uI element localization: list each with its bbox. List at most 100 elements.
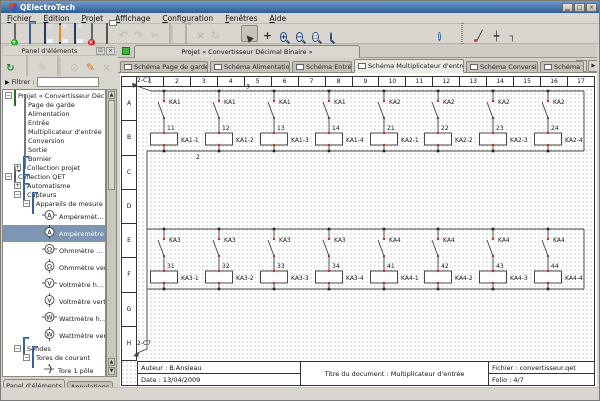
scroll-down-icon[interactable]: ▼ xyxy=(108,367,115,375)
minimize-button[interactable]: ▁ xyxy=(562,3,573,12)
tree-item-label: Voltmètre h… xyxy=(59,281,103,289)
select-pointer-button[interactable]: ▶ xyxy=(241,25,258,42)
tree-item-tore-1-p-le[interactable]: Tore 1 pôle xyxy=(3,362,106,377)
scroll-up-icon[interactable]: ▲ xyxy=(108,91,115,99)
terminal-tool-button[interactable]: ╱ xyxy=(471,25,488,42)
collapse-icon[interactable]: − xyxy=(23,200,30,207)
menu-dition[interactable]: Édition xyxy=(38,14,76,23)
wire-label: 21 xyxy=(387,125,395,132)
tree-item-wattm-tre-ver[interactable]: WWattmètre ver… xyxy=(3,327,106,344)
maximize-button[interactable]: □ xyxy=(574,3,585,12)
wire-label: KA1-1 xyxy=(181,137,199,144)
schema-tab-4[interactable]: Schéma Multiplicateur d'entrée xyxy=(354,59,464,73)
panel-new-element-button[interactable] xyxy=(51,58,66,73)
panel-header[interactable]: Panel d'éléments ⊡ × xyxy=(2,45,117,56)
tree-item-label: Ampèremètre v… xyxy=(59,230,106,238)
panel-edit-element-button[interactable]: ✎ xyxy=(83,58,98,73)
project-tab[interactable]: Projet « Convertisseur Décimal Binaire » xyxy=(134,45,360,58)
main-toolbar: +×↶↷✂×↻▶++−▫i╱┿┐ xyxy=(1,24,599,44)
tree-item-sortie[interactable]: Sortie xyxy=(3,145,106,154)
tree-item-entr-e[interactable]: Entrée xyxy=(3,118,106,127)
paste-icon xyxy=(185,24,187,43)
conductor-tool-button[interactable]: ┿ xyxy=(488,25,505,42)
corner-tool-button[interactable]: ┐ xyxy=(504,25,521,42)
svg-text:A: A xyxy=(47,228,52,236)
tree-item-label: Projet « Convertisseur Déci… xyxy=(18,92,106,100)
tree-item-projet-convertisseur-d-ci[interactable]: −Projet « Convertisseur Déci… xyxy=(3,91,106,100)
schema-tab-label: Schéma Page de garde xyxy=(134,63,208,71)
tree-item-page-de-garde[interactable]: Page de garde xyxy=(3,100,106,109)
print-button[interactable] xyxy=(98,25,115,42)
schema-page-icon xyxy=(296,64,304,70)
wire-label: KA2-1 xyxy=(401,137,419,144)
torus-icon xyxy=(42,361,56,377)
menu-projet[interactable]: Projet xyxy=(76,14,110,23)
tree-item-alimentation[interactable]: Alimentation xyxy=(3,109,106,118)
tree-item-voltm-tre-vertical[interactable]: VVoltmètre vertical xyxy=(3,293,106,310)
panel-new-category-button[interactable] xyxy=(19,58,34,73)
tree-item-voltm-tre-h[interactable]: VVoltmètre h… xyxy=(3,276,106,293)
diagram-view[interactable]: 1234567891011121314151617 ABCDEFGH KA111… xyxy=(120,73,597,387)
schema-tab-1[interactable]: Schéma Page de garde xyxy=(120,61,208,73)
collapse-icon[interactable]: − xyxy=(5,173,12,180)
tree-item-label: Ampèremèt… xyxy=(59,213,104,221)
schema-tab-5[interactable]: Schéma Conversion xyxy=(466,61,538,73)
cut-icon: ✂ xyxy=(151,24,160,43)
pan-icon: + xyxy=(263,24,272,43)
wire-label: 13 xyxy=(277,125,285,132)
collapse-icon[interactable]: − xyxy=(23,354,30,361)
tree-item-ohmm-tre-vert[interactable]: ΩOhmmètre vert… xyxy=(3,259,106,276)
tree-item-bornier[interactable]: Bornier xyxy=(3,154,106,163)
tree-item-capteurs[interactable]: −Capteurs xyxy=(3,190,106,199)
tree-item-ohmm-tre[interactable]: ΩOhmmètre … xyxy=(3,242,106,259)
filter-input[interactable] xyxy=(37,77,99,87)
scrollbar-thumb[interactable] xyxy=(108,100,115,190)
wire-label: 32 xyxy=(222,263,230,270)
rotate-button[interactable]: ↻ xyxy=(207,25,224,42)
tree-item-amp-rem-t[interactable]: AAmpèremèt… xyxy=(3,208,106,225)
grid-button[interactable] xyxy=(453,25,470,42)
zoom-fit-icon: ▫ xyxy=(312,24,319,43)
tree-item-label: Entrée xyxy=(28,119,49,127)
tree-item-label: Multiplicateur d'entrée xyxy=(28,128,102,136)
zoom-original-button[interactable] xyxy=(322,25,339,42)
pan-button[interactable]: + xyxy=(259,25,276,42)
tree-item-multiplicateur-d-entr-e[interactable]: Multiplicateur d'entrée xyxy=(3,127,106,136)
close-button[interactable]: × xyxy=(586,3,597,12)
panel-delete-button[interactable]: ⊘ xyxy=(67,58,82,73)
tree-item-label: Bornier xyxy=(28,155,52,163)
tree-item-wattm-tre-h[interactable]: WWattmètre h… xyxy=(3,310,106,327)
title-bar[interactable]: QElectroTech ▁ □ × xyxy=(1,1,599,13)
tree-scrollbar[interactable]: ▲ ▲ ▼ xyxy=(106,89,117,377)
schema-tab-2[interactable]: Schéma Alimentation xyxy=(210,61,290,73)
menu-fentres[interactable]: Fenêtres xyxy=(219,14,263,23)
wire-label: KA4 xyxy=(553,237,565,244)
zoom-in-button[interactable]: + xyxy=(275,25,292,42)
schema-tab-3[interactable]: Schéma Entrée xyxy=(292,61,352,73)
tree-item-collection-qet[interactable]: −Collection QET xyxy=(3,172,106,181)
schema-tab-6[interactable]: Schéma Sor xyxy=(540,61,584,73)
panel-close-button[interactable]: × xyxy=(99,58,114,73)
info-button[interactable]: i xyxy=(431,25,448,42)
wire-label: KA1 xyxy=(279,99,291,106)
collapse-icon[interactable]: − xyxy=(14,345,21,352)
collapse-icon[interactable]: − xyxy=(14,191,21,198)
tree-item-automatisme[interactable]: +Automatisme xyxy=(3,181,106,190)
menu-aide[interactable]: Aide xyxy=(263,14,292,23)
save-all-button[interactable] xyxy=(66,25,83,42)
scroll-up2-icon[interactable]: ▲ xyxy=(108,358,115,366)
tree-item-label: Sondes xyxy=(27,345,51,353)
collapse-icon[interactable]: − xyxy=(5,92,12,99)
filter-label: Filtrer : xyxy=(12,78,35,86)
zoom-out-button[interactable]: − xyxy=(291,25,308,42)
redo-button[interactable]: ↷ xyxy=(130,25,147,42)
panel-edit-category-button[interactable]: ✎ xyxy=(35,58,50,73)
panel-reload-button[interactable]: ↻ xyxy=(3,58,18,73)
tree-item-amp-rem-tre-v[interactable]: A Ampèremètre v… xyxy=(3,225,106,242)
new-category-icon xyxy=(26,56,28,75)
close-panel-button[interactable]: × xyxy=(106,47,115,55)
expand-icon[interactable]: + xyxy=(14,182,21,189)
tree-item-sondes[interactable]: −Sondes xyxy=(3,344,106,353)
float-panel-button[interactable]: ⊡ xyxy=(96,47,105,55)
tree-item-conversion[interactable]: Conversion xyxy=(3,136,106,145)
